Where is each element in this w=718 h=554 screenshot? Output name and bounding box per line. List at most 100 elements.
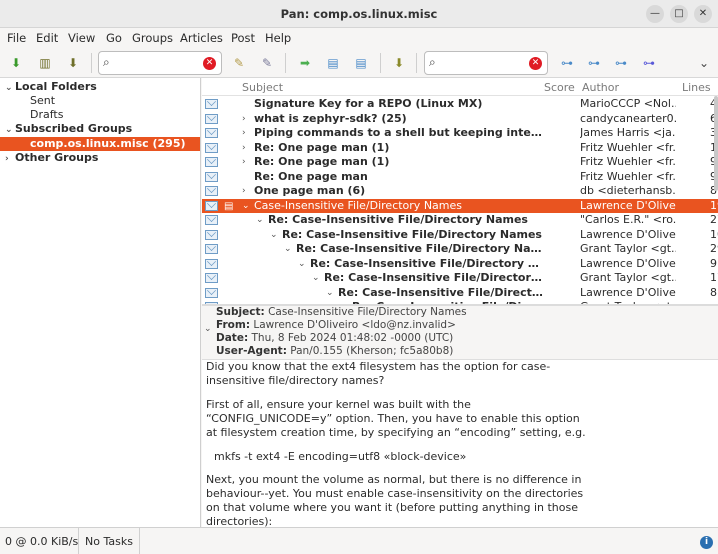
- menu-view[interactable]: View: [68, 31, 95, 45]
- article-row[interactable]: Re: One page manFritz Wuehler <fr...9: [202, 170, 718, 185]
- chevron-right-icon[interactable]: ›: [5, 152, 15, 166]
- transfer-status: 0 @ 0.0 KiB/s: [5, 535, 79, 548]
- article-body: Did you know that the ext4 filesystem ha…: [202, 360, 718, 527]
- tree-subscribed-groups[interactable]: ⌄ Subscribed Groups: [0, 122, 200, 136]
- filter-complete-icon[interactable]: ⊶: [612, 54, 630, 72]
- menu-file[interactable]: File: [7, 31, 26, 45]
- clear-search-icon[interactable]: ✕: [203, 57, 216, 70]
- filter-unread-icon[interactable]: ⊶: [558, 54, 576, 72]
- header-value: Case-Insensitive File/Directory Names: [268, 306, 467, 318]
- tree-item-comp-os-linux-misc[interactable]: comp.os.linux.misc (295): [0, 137, 200, 151]
- menu-post[interactable]: Post: [231, 31, 255, 45]
- tree-other-groups[interactable]: › Other Groups: [0, 151, 200, 165]
- info-icon[interactable]: i: [700, 536, 713, 549]
- save-article-icon[interactable]: ⬇: [390, 54, 408, 72]
- chevron-down-icon[interactable]: ⌄: [695, 54, 713, 72]
- header-label: From:: [216, 319, 251, 331]
- article-row[interactable]: ▤ ⌄ Case-Insensitive File/Directory Names L…: [202, 198, 718, 214]
- chevron-down-icon[interactable]: ⌄: [5, 123, 15, 137]
- toolbar-separator: [380, 53, 381, 73]
- menu-groups[interactable]: Groups: [132, 31, 173, 45]
- column-lines[interactable]: Lines: [682, 81, 711, 94]
- chevron-right-icon[interactable]: ›: [242, 141, 246, 156]
- menu-go[interactable]: Go: [106, 31, 122, 45]
- envelope-icon: [205, 157, 218, 167]
- edit-post-icon[interactable]: ✎: [258, 54, 276, 72]
- article-subject: Re: Case-Insensitive File/Directory Name…: [282, 227, 542, 241]
- next-article-icon[interactable]: ▤: [324, 54, 342, 72]
- get-new-icon[interactable]: ⬇: [64, 54, 82, 72]
- article-row[interactable]: ⌄ Re: Case-Insensitive File/Directory Nam…: [202, 257, 718, 272]
- article-row[interactable]: ⌄ Re: Case-Insensitive File/Directory Nam…: [202, 213, 718, 228]
- tree-item-sent[interactable]: Sent: [0, 94, 200, 108]
- article-row[interactable]: Signature Key for a REPO (Linux MX) Mario…: [202, 97, 718, 112]
- menu-edit[interactable]: Edit: [36, 31, 58, 45]
- column-author[interactable]: Author: [582, 81, 619, 94]
- menu-bar: File Edit View Go Groups Articles Post H…: [0, 28, 718, 48]
- article-subject: One page man (6): [254, 184, 366, 197]
- article-row[interactable]: ⌄ Re: Case-Insensitive File/Directory Nam…: [202, 242, 718, 257]
- article-author: Fritz Wuehler <fr...: [580, 155, 676, 168]
- article-author: Fritz Wuehler <fr...: [580, 140, 676, 154]
- toolbar-separator: [91, 53, 92, 73]
- envelope-icon: [205, 258, 218, 269]
- article-author: Lawrence D'Olive...: [580, 198, 676, 212]
- chevron-down-icon[interactable]: ⌄: [284, 242, 292, 257]
- article-list-scrollbar[interactable]: [714, 96, 718, 191]
- envelope-icon: [205, 273, 218, 283]
- next-thread-icon[interactable]: ▤: [352, 54, 370, 72]
- chevron-right-icon[interactable]: ›: [242, 126, 246, 141]
- chevron-down-icon[interactable]: ⌄: [256, 213, 264, 228]
- group-search-field[interactable]: ⌕ ✕: [98, 51, 222, 75]
- article-row[interactable]: ⌄ Re: Case-Insensitive File/Directory Nam…: [202, 271, 718, 286]
- minimize-button[interactable]: —: [646, 5, 664, 23]
- chevron-right-icon[interactable]: ›: [242, 155, 246, 170]
- article-author: "Carlos E.R." <ro...: [580, 213, 676, 226]
- menu-articles[interactable]: Articles: [180, 31, 223, 45]
- maximize-button[interactable]: □: [670, 5, 688, 23]
- status-bar: 0 @ 0.0 KiB/s No Tasks i: [0, 527, 718, 554]
- task-manager-button[interactable]: No Tasks: [78, 528, 140, 554]
- article-row[interactable]: › Piping commands to a shell but keeping …: [202, 126, 718, 141]
- envelope-icon: [205, 113, 218, 124]
- article-row[interactable]: › what is zephyr-sdk? (25) candycanearter0…: [202, 112, 718, 127]
- header-label: User-Agent:: [216, 345, 287, 357]
- filter-cached-icon[interactable]: ⊶: [585, 54, 603, 72]
- article-search-field[interactable]: ⌕ ✕: [424, 51, 548, 75]
- article-row[interactable]: › Re: One page man (1) Fritz Wuehler <fr..…: [202, 141, 718, 156]
- close-button[interactable]: ✕: [694, 5, 712, 23]
- chevron-right-icon[interactable]: ›: [242, 184, 246, 199]
- menu-help[interactable]: Help: [265, 31, 291, 45]
- article-row[interactable]: › One page man (6) db <dieterhansb... 8: [202, 184, 718, 199]
- clear-search-icon[interactable]: ✕: [529, 57, 542, 70]
- chevron-down-icon[interactable]: ⌄: [204, 324, 212, 334]
- tree-item-drafts[interactable]: Drafts: [0, 108, 200, 122]
- envelope-icon: [205, 128, 218, 138]
- filter-watched-icon[interactable]: ⊶: [640, 54, 658, 72]
- column-subject[interactable]: Subject: [242, 81, 283, 94]
- chevron-down-icon[interactable]: ⌄: [326, 286, 334, 301]
- body-paragraph: Next, you mount the volume as normal, bu…: [206, 473, 584, 527]
- toolbar: ⬇ ▥ ⬇ ⌕ ✕ ✎ ✎ ➡ ▤ ▤ ⬇ ⌕ ✕ ⊶ ⊶ ⊶ ⊶ ⌄: [0, 48, 718, 78]
- window-title: Pan: comp.os.linux.misc: [280, 7, 438, 21]
- tree-local-folders[interactable]: ⌄ Local Folders: [0, 80, 200, 94]
- chevron-right-icon[interactable]: ›: [242, 112, 246, 127]
- toolbar-separator: [416, 53, 417, 73]
- next-unread-icon[interactable]: ➡: [296, 54, 314, 72]
- article-subject: Re: One page man (1): [254, 155, 390, 168]
- get-headers-icon[interactable]: ▥: [36, 54, 54, 72]
- article-row[interactable]: ⌄ Re: Case-Insensitive File/Directory Nam…: [202, 228, 718, 243]
- chevron-down-icon[interactable]: ⌄: [5, 81, 15, 95]
- chevron-down-icon[interactable]: ⌄: [270, 228, 278, 243]
- get-messages-icon[interactable]: ⬇: [7, 54, 25, 72]
- header-value: Lawrence D'Oliveiro <ldo@nz.invalid>: [253, 319, 456, 331]
- compose-icon[interactable]: ✎: [230, 54, 248, 72]
- article-row[interactable]: ⌄ Re: Case-Insensitive File/Directory N..…: [202, 286, 718, 301]
- article-row[interactable]: › Re: One page man (1) Fritz Wuehler <fr..…: [202, 155, 718, 170]
- article-subject: Re: Case-Insensitive File/Directory N...: [338, 285, 546, 299]
- article-author: db <dieterhansb...: [580, 184, 676, 197]
- chevron-down-icon[interactable]: ⌄: [312, 271, 320, 286]
- column-score[interactable]: Score: [544, 81, 575, 94]
- chevron-down-icon[interactable]: ⌄: [298, 257, 306, 272]
- chevron-down-icon[interactable]: ⌄: [242, 199, 250, 214]
